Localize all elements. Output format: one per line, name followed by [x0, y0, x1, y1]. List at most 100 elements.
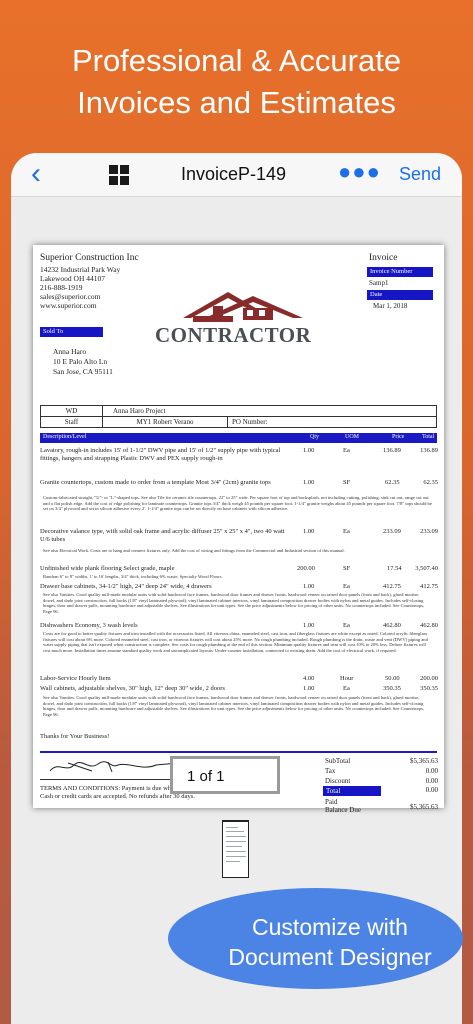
line-item-description: See also Vanities. Good quality mill-mad… — [43, 695, 425, 717]
col-uom: UOM — [345, 434, 360, 440]
invoice-page[interactable]: Superior Construction Inc 14232 Industri… — [33, 245, 444, 814]
headline-line-2: Invoices and Estimates — [77, 85, 396, 120]
line-items-header: Description/Level Qty UOM Price Total — [40, 433, 437, 443]
line-item-qty: 1.00 — [303, 685, 315, 692]
line-item-qty: 200.00 — [297, 565, 315, 572]
subtotal-label: SubTotal — [325, 757, 351, 765]
navigation-bar: ‹ InvoiceP-149 ●●● Send — [11, 153, 462, 197]
line-item-title: Lavatory, rough-in includes 15' of 1-1/2… — [40, 447, 281, 462]
customer-street: 10 E Palo Alto Ln — [53, 357, 108, 366]
page-indicator: 1 of 1 — [170, 756, 280, 794]
line-item-title: Dishwashers Economy, 3 wash levels — [40, 622, 138, 629]
line-item-title: Unfinished wide plank flooring Select gr… — [40, 565, 175, 572]
line-item-qty: 1.00 — [303, 479, 315, 486]
date-label: Date — [367, 290, 433, 300]
signature — [49, 761, 179, 773]
line-item-uom: SF — [343, 565, 351, 572]
col-total: Total — [422, 434, 435, 440]
line-item-price: 233.09 — [383, 528, 401, 535]
promo-line-2: Document Designer — [228, 944, 432, 970]
line-item-uom: Hour — [340, 675, 354, 682]
line-item-price: 350.35 — [383, 685, 401, 692]
thank-you-note: Thanks for Your Business! — [40, 733, 110, 740]
line-item-total: 3,507.40 — [415, 565, 438, 572]
promo-headline: Professional & Accurate Invoices and Est… — [0, 40, 473, 124]
balance-due-value: $5,365.63 — [410, 803, 438, 811]
phone-screen: ‹ InvoiceP-149 ●●● Send Superior Constru… — [11, 153, 462, 1024]
logo-wordmark: CONTRACTOR — [155, 323, 312, 347]
line-item-qty: 1.00 — [303, 583, 315, 590]
paid-value: 0.00 — [425, 786, 438, 794]
line-item-total: 233.09 — [420, 528, 438, 535]
sold-to-label: Sold To — [40, 327, 103, 337]
col-qty: Qty — [310, 434, 319, 440]
line-item-qty: 1.00 — [303, 622, 315, 629]
line-item-price: 50.00 — [385, 675, 400, 682]
line-item-description: See also Electrical Work. Costs are to h… — [43, 548, 345, 553]
po-number-label: PO Number: — [227, 416, 437, 428]
project-table: WD Anna Haro Project Staff MY1 Robert Ve… — [40, 405, 437, 428]
discount-value: 0.00 — [425, 777, 438, 785]
signature-line — [40, 779, 180, 780]
wd-label: WD — [40, 405, 103, 417]
paid-label: Paid — [325, 798, 338, 806]
line-item-uom: SF — [343, 479, 351, 486]
col-description: Description/Level — [43, 434, 87, 440]
tax-value: 0.00 — [425, 767, 438, 775]
line-item-total: 62.35 — [423, 479, 438, 486]
divider — [40, 751, 437, 753]
line-item-description: See also Vanities. Good quality mill-mad… — [43, 592, 425, 614]
subtotal-value: $5,365.63 — [410, 757, 438, 765]
customer-city: San Jose, CA 95111 — [53, 367, 113, 376]
line-item-total: 136.89 — [420, 447, 438, 454]
grid-icon[interactable] — [109, 165, 129, 185]
line-item-price: 412.75 — [383, 583, 401, 590]
line-item-description: Costs are for good to better quality fix… — [43, 631, 428, 653]
line-item-total: 200.00 — [420, 675, 438, 682]
promo-line-1: Customize with — [252, 914, 408, 940]
line-item-price: 62.35 — [385, 479, 400, 486]
line-item-qty: 4.00 — [303, 675, 315, 682]
company-email: sales@superior.com — [40, 292, 101, 301]
page-thumbnail[interactable] — [222, 820, 249, 878]
line-item-total: 350.35 — [420, 685, 438, 692]
line-item-uom: Ea — [343, 583, 350, 590]
invoice-number: Samp1 — [369, 279, 389, 287]
invoice-heading: Invoice — [369, 253, 398, 263]
line-item-price: 17.54 — [387, 565, 402, 572]
invoice-date: Mar 1, 2018 — [373, 302, 408, 310]
line-item-title: Labor-Service Hourly Item — [40, 675, 111, 682]
wd-value: Anna Haro Project — [102, 405, 437, 417]
line-item-title: Wall cabinets, adjustable shelves, 30" h… — [40, 685, 225, 692]
send-button[interactable]: Send — [399, 164, 441, 185]
line-item-total: 412.75 — [420, 583, 438, 590]
line-item-title: Decorative valance type, with solid oak … — [40, 528, 285, 543]
company-phone: 216-888-1919 — [40, 283, 83, 292]
line-item-title: Drawer base cabinets, 34-1/2" high, 24" … — [40, 583, 212, 590]
company-website: www.superior.com — [40, 301, 97, 310]
line-item-total: 462.80 — [420, 622, 438, 629]
invoice-number-label: Invoice Number — [367, 267, 433, 277]
line-item-description: Custom-fabricated straight, "U"- or "L"-… — [43, 495, 432, 512]
promo-bubble-text: Customize with Document Designer — [200, 912, 460, 972]
line-item-uom: Ea — [343, 528, 350, 535]
headline-line-1: Professional & Accurate — [71, 43, 402, 78]
terms-line-2: Cash or credit cards are accepted. No re… — [40, 793, 195, 800]
discount-label: Discount — [325, 777, 351, 785]
staff-value: MY1 Robert Verano — [102, 416, 228, 428]
document-title: InvoiceP-149 — [181, 164, 287, 184]
line-item-qty: 1.00 — [303, 447, 315, 454]
ellipsis-icon[interactable]: ●●● — [338, 159, 381, 185]
company-name: Superior Construction Inc — [40, 253, 139, 263]
chevron-left-icon[interactable]: ‹ — [31, 157, 41, 191]
line-item-uom: Ea — [343, 447, 350, 454]
line-item-qty: 1.00 — [303, 528, 315, 535]
company-address-2: Lakewood OH 44107 — [40, 274, 105, 283]
col-price: Price — [392, 434, 405, 440]
total-label: Total — [323, 786, 381, 796]
staff-label: Staff — [40, 416, 103, 428]
line-item-description: Random 6" to 8" widths, 1' to 16' length… — [43, 574, 223, 579]
line-item-uom: Ea — [343, 685, 350, 692]
company-address-1: 14232 Industrial Park Way — [40, 265, 121, 274]
line-item-price: 136.89 — [383, 447, 401, 454]
